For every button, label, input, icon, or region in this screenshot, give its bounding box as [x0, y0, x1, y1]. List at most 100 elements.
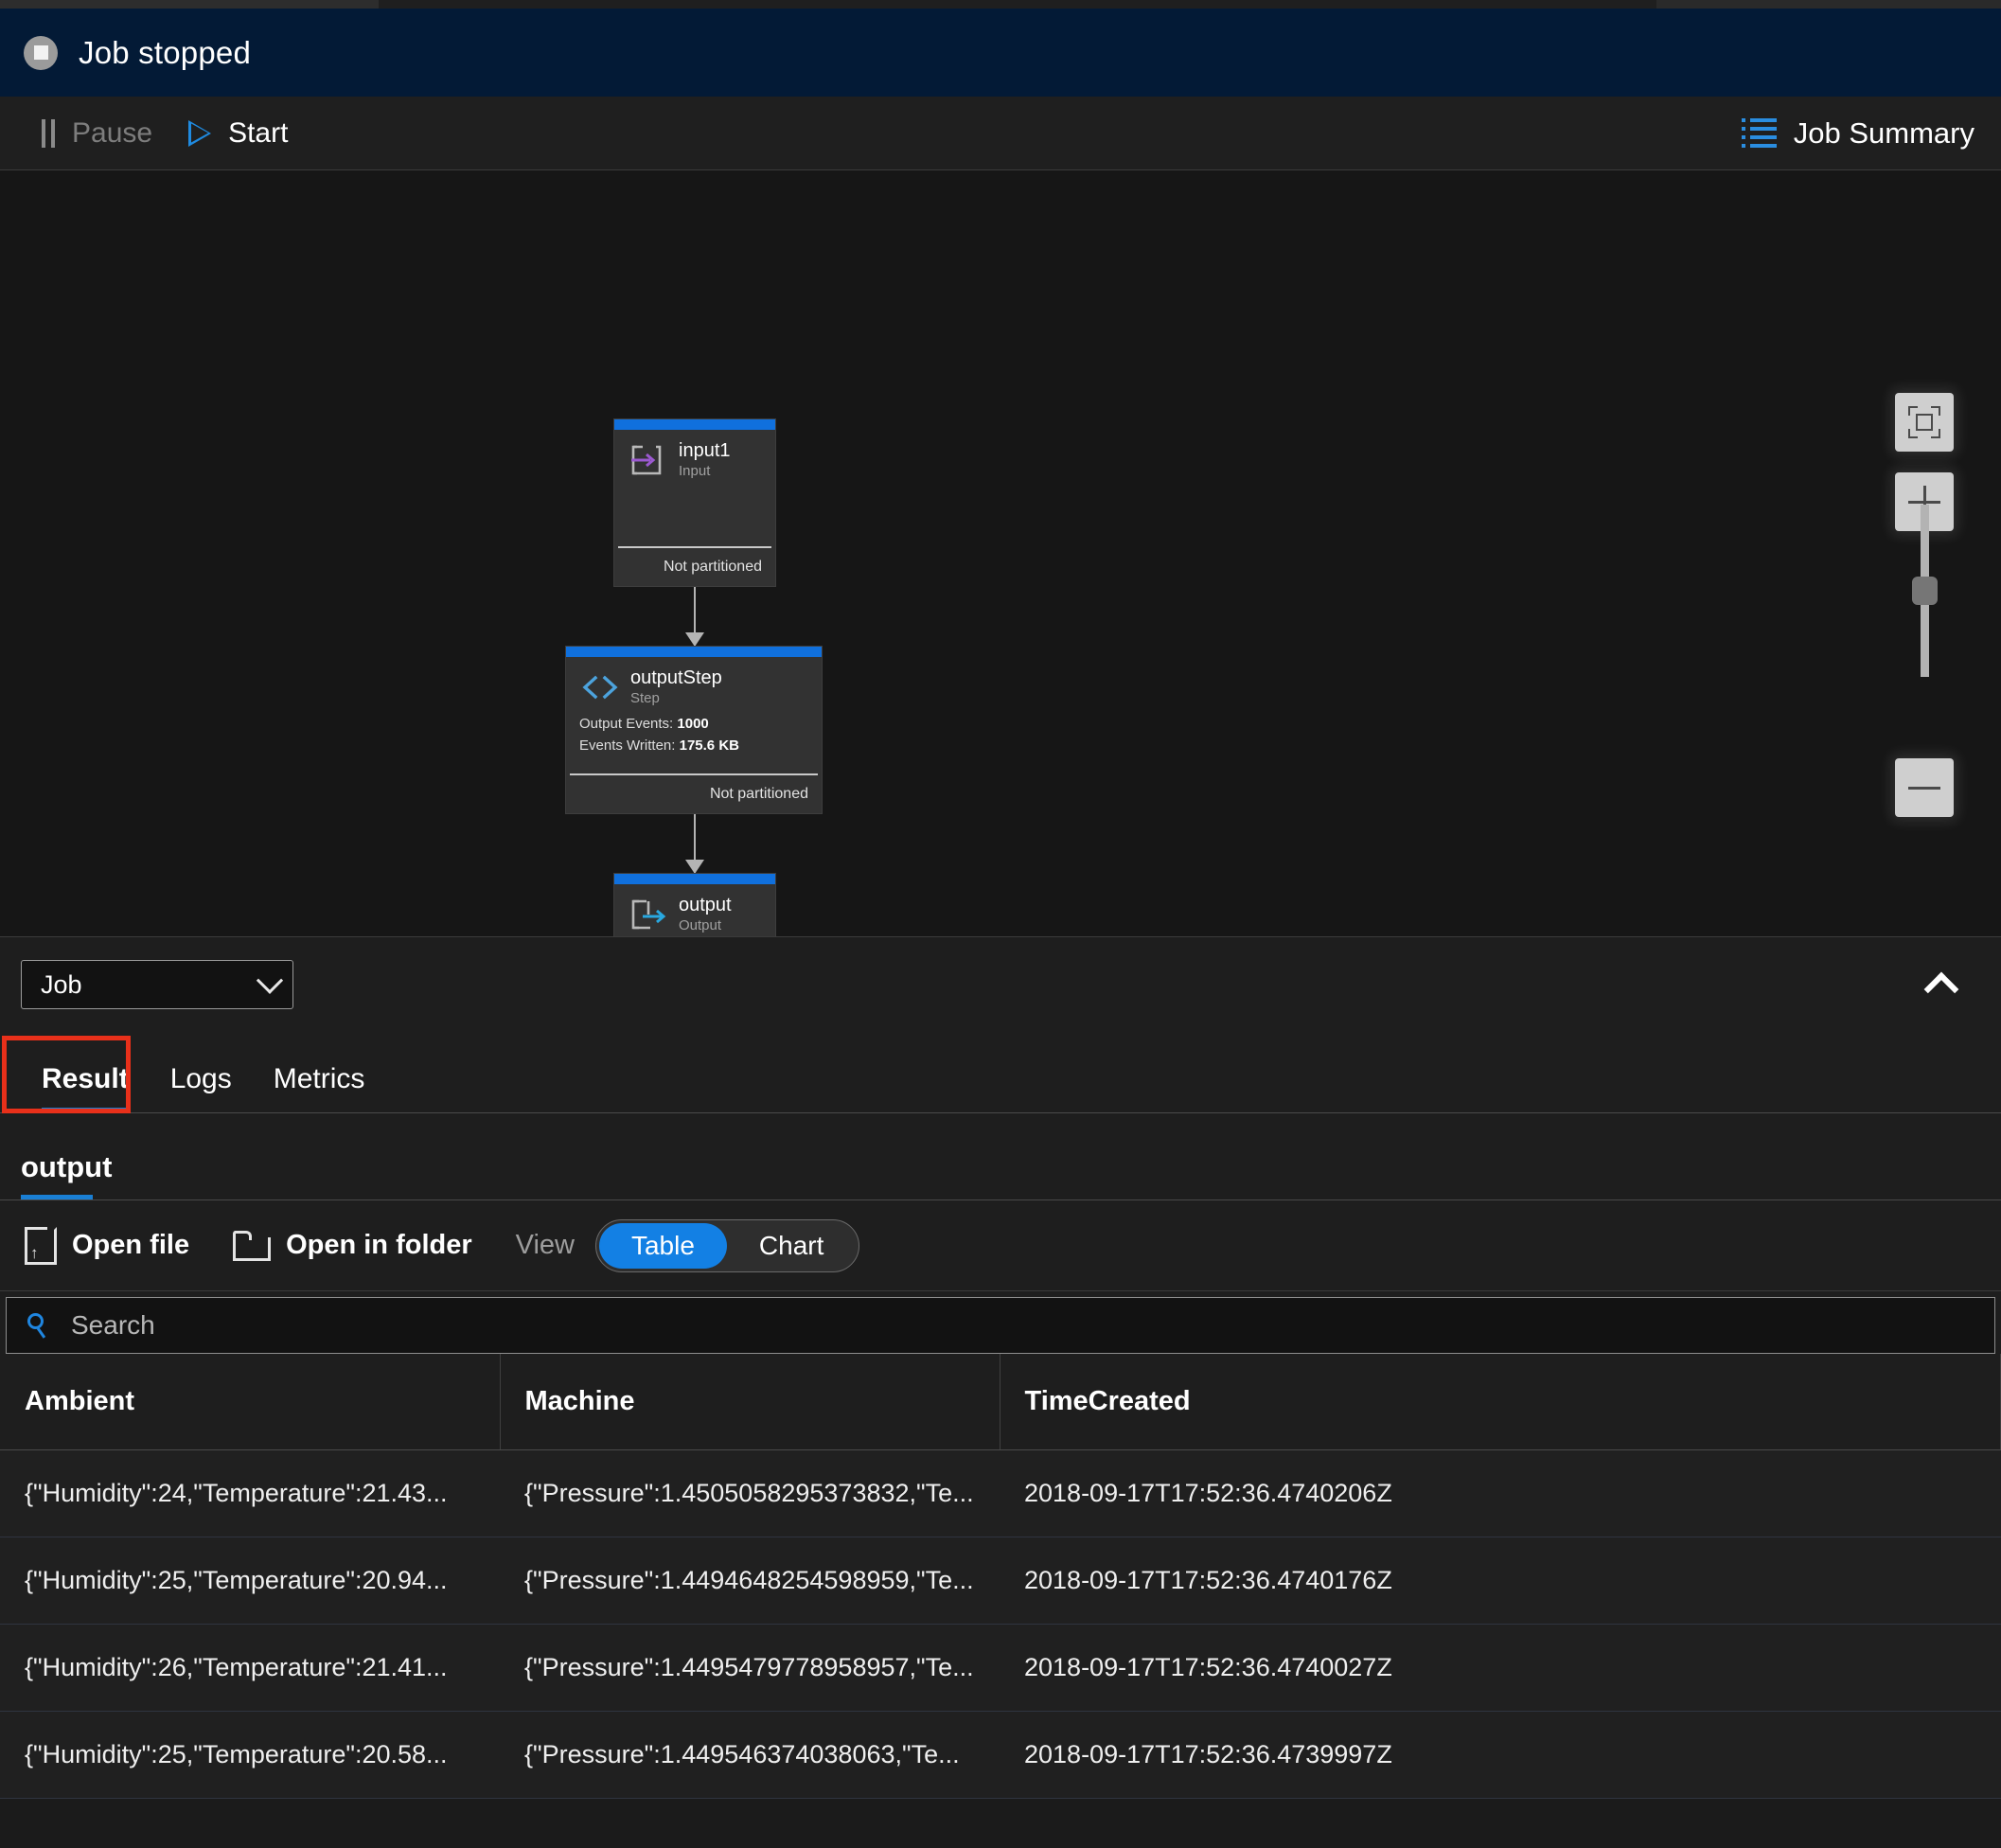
zoom-slider-thumb[interactable]	[1912, 577, 1938, 605]
collapse-panel-button[interactable]	[1918, 956, 1974, 1013]
top-strip-segment-middle	[379, 0, 1656, 9]
node-subtitle: Output	[679, 917, 722, 933]
node-title: output	[679, 895, 732, 915]
cell-timecreated: 2018-09-17T17:52:36.4740176Z	[1000, 1537, 2001, 1625]
cell-ambient: {"Humidity":26,"Temperature":21.41...	[0, 1624, 500, 1712]
node-body: outputStep Step Output Events: 1000 Even…	[566, 657, 822, 773]
diagram-node-input1[interactable]: input1 Input Not partitioned	[613, 418, 776, 587]
cell-timecreated: 2018-09-17T17:52:36.4739997Z	[1000, 1711, 2001, 1799]
open-file-button[interactable]: ↑ Open file	[25, 1224, 190, 1265]
job-status-bar: Job stopped	[0, 9, 2001, 97]
output-arrow-icon	[628, 896, 671, 933]
table-row[interactable]: {"Humidity":26,"Temperature":21.41... {"…	[0, 1624, 2001, 1712]
view-mode-table[interactable]: Table	[598, 1222, 727, 1269]
cell-machine: {"Pressure":1.4495479778958957,"Te...	[500, 1624, 1000, 1712]
job-summary-button[interactable]: Job Summary	[1741, 116, 1974, 151]
column-header-timecreated[interactable]: TimeCreated	[1000, 1354, 2001, 1450]
job-diagram-canvas[interactable]: input1 Input Not partitioned outputStep …	[0, 170, 2001, 937]
view-label: View	[515, 1230, 575, 1260]
node-title: input1	[679, 440, 731, 461]
top-strip-segment-right	[1656, 0, 2001, 9]
search-icon	[27, 1313, 52, 1339]
stop-square-glyph	[33, 45, 48, 60]
minus-icon	[1908, 786, 1940, 790]
table-header-row: Ambient Machine TimeCreated	[0, 1354, 2001, 1450]
top-strip-segment-left	[0, 0, 379, 9]
window-top-strip	[0, 0, 2001, 9]
node-accent-bar	[614, 419, 775, 430]
table-row[interactable]: {"Humidity":24,"Temperature":21.43... {"…	[0, 1449, 2001, 1537]
diagram-node-outputstep[interactable]: outputStep Step Output Events: 1000 Even…	[565, 646, 823, 814]
view-mode-table-label: Table	[630, 1230, 695, 1260]
code-brackets-icon	[579, 668, 623, 706]
open-in-folder-label: Open in folder	[286, 1230, 472, 1260]
zoom-out-button[interactable]	[1895, 758, 1954, 817]
folder-icon	[233, 1230, 272, 1261]
tab-active-underline	[42, 1108, 129, 1112]
search-placeholder: Search	[71, 1310, 155, 1340]
node-accent-bar	[566, 647, 822, 657]
node-body: output Output Output Events: 1000	[614, 884, 775, 936]
cell-ambient: {"Humidity":24,"Temperature":21.43...	[0, 1449, 500, 1537]
zoom-slider-track[interactable]	[1912, 505, 1938, 677]
tab-result-label: Result	[42, 1063, 129, 1094]
cell-ambient: {"Humidity":25,"Temperature":20.58...	[0, 1711, 500, 1799]
node-accent-bar	[614, 874, 775, 884]
search-row: Search	[0, 1291, 2001, 1354]
job-status-text: Job stopped	[79, 34, 252, 70]
tab-metrics[interactable]: Metrics	[253, 1063, 386, 1112]
search-box[interactable]: Search	[6, 1297, 1995, 1354]
arrow-head-icon	[685, 632, 704, 647]
results-panel: Job Result Logs Metrics output ↑ Open fi…	[0, 937, 2001, 1799]
job-summary-label: Job Summary	[1793, 116, 1974, 150]
scope-select[interactable]: Job	[21, 960, 293, 1009]
tab-result[interactable]: Result	[21, 1063, 150, 1112]
open-in-folder-button[interactable]: Open in folder	[233, 1230, 472, 1261]
column-header-machine[interactable]: Machine	[500, 1354, 1000, 1450]
stop-circle-icon	[24, 35, 58, 70]
node-subtitle: Input	[679, 463, 711, 479]
subtab-output-label: output	[21, 1150, 113, 1183]
view-mode-chart[interactable]: Chart	[727, 1223, 856, 1269]
open-file-label: Open file	[72, 1230, 190, 1260]
node-subtitle: Step	[630, 690, 660, 706]
results-tabs: Result Logs Metrics	[0, 1032, 2001, 1113]
zoom-controls	[1895, 393, 1954, 817]
cell-ambient: {"Humidity":25,"Temperature":20.94...	[0, 1537, 500, 1625]
chevron-down-icon	[256, 967, 284, 994]
node-partition-label: Not partitioned	[663, 559, 762, 575]
cell-machine: {"Pressure":1.4505058295373832,"Te...	[500, 1449, 1000, 1537]
stat-label: Events Written:	[579, 737, 676, 754]
pause-label: Pause	[72, 116, 153, 149]
column-header-ambient[interactable]: Ambient	[0, 1354, 501, 1450]
results-table: Ambient Machine TimeCreated {"Humidity":…	[0, 1354, 2001, 1799]
cell-timecreated: 2018-09-17T17:52:36.4740027Z	[1000, 1624, 2001, 1712]
pause-button[interactable]: Pause	[42, 97, 152, 169]
diagram-node-output[interactable]: output Output Output Events: 1000 Not pa…	[613, 873, 776, 936]
scope-select-value: Job	[41, 969, 82, 999]
node-partition-label: Not partitioned	[709, 786, 808, 802]
cell-timecreated: 2018-09-17T17:52:36.4740206Z	[1000, 1449, 2001, 1537]
diagram-connector-2	[685, 814, 704, 874]
scope-row: Job	[0, 937, 2001, 1032]
tab-logs[interactable]: Logs	[150, 1063, 253, 1112]
arrow-head-icon	[685, 860, 704, 874]
table-row[interactable]: {"Humidity":25,"Temperature":20.58... {"…	[0, 1711, 2001, 1799]
stat-label: Output Events:	[579, 716, 674, 732]
command-bar: Pause Start Job Summary	[0, 97, 2001, 170]
node-title: outputStep	[630, 667, 722, 688]
subtab-output[interactable]: output	[21, 1150, 119, 1199]
table-row[interactable]: {"Humidity":25,"Temperature":20.94... {"…	[0, 1537, 2001, 1625]
tab-logs-label: Logs	[169, 1063, 232, 1094]
stat-value: 1000	[677, 716, 709, 732]
view-mode-chart-label: Chart	[758, 1230, 824, 1260]
subtab-active-underline	[21, 1195, 94, 1199]
node-stats: Output Events: 1000 Events Written: 175.…	[579, 714, 808, 756]
start-button[interactable]: Start	[188, 97, 288, 169]
fit-to-screen-button[interactable]	[1895, 393, 1954, 452]
tab-metrics-label: Metrics	[273, 1063, 365, 1094]
fit-to-screen-icon	[1908, 406, 1940, 438]
diagram-connector-1	[685, 587, 704, 647]
output-subtabs: output	[0, 1113, 2001, 1200]
results-toolbar: ↑ Open file Open in folder View Table Ch…	[0, 1200, 2001, 1291]
